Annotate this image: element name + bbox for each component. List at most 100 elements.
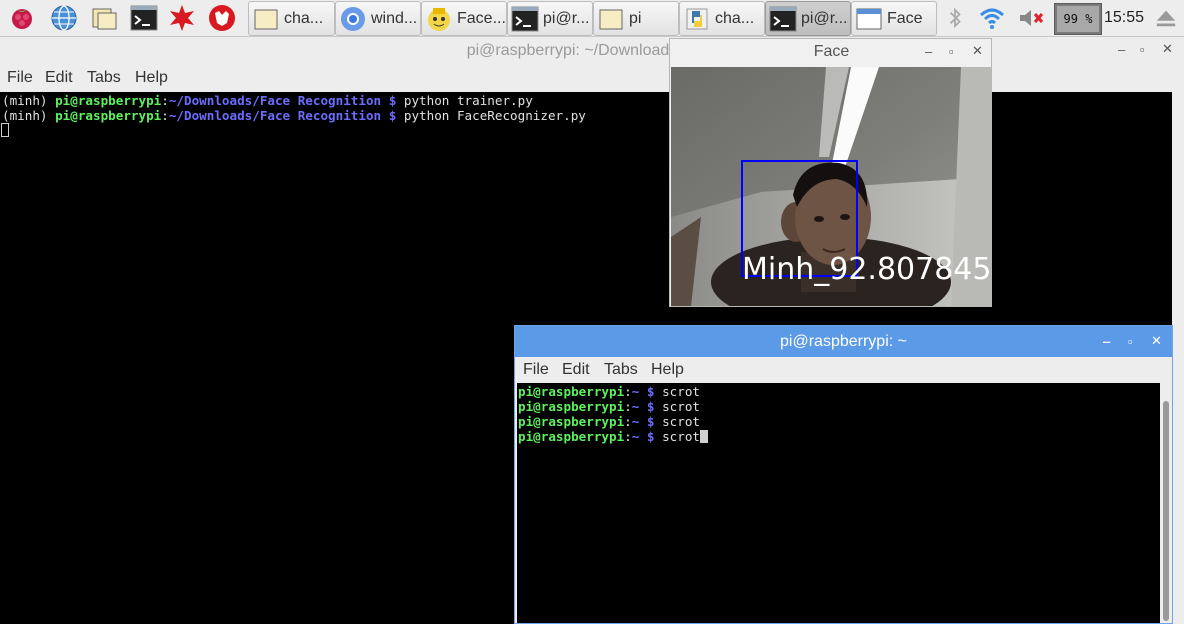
bg-terminal-titlebar[interactable]: pi@raspberrypi: ~/Downloads/Face ‒ ▫ ✕ bbox=[0, 37, 1184, 65]
command-text: scrot bbox=[662, 429, 701, 444]
terminal-icon bbox=[768, 4, 798, 34]
bg-terminal-title: pi@raspberrypi: ~/Downloads/Face bbox=[466, 42, 718, 59]
task-label: cha... bbox=[715, 9, 755, 27]
front-terminal-output[interactable]: pi@raspberrypi:~ $ scrot pi@raspberrypi:… bbox=[517, 383, 1160, 623]
prompt-user: pi@raspberrypi bbox=[518, 399, 625, 414]
camera-feed: Minh_92.807845 bbox=[671, 67, 991, 306]
prompt-symbol: $ bbox=[639, 384, 663, 399]
prompt-user: pi@raspberrypi bbox=[518, 429, 625, 444]
prompt-symbol: $ bbox=[639, 414, 663, 429]
command-text: python trainer.py bbox=[403, 93, 533, 108]
face-window[interactable]: Face ‒ ▫ ✕ Minh_92.807845 bbox=[669, 38, 992, 307]
python-icon bbox=[682, 4, 712, 34]
terminal-line: pi@raspberrypi:~ $ scrot bbox=[518, 429, 709, 444]
terminal-launcher-icon[interactable] bbox=[128, 2, 160, 34]
maximize-icon[interactable]: ▫ bbox=[1128, 334, 1133, 349]
prompt-colon: : bbox=[161, 108, 169, 123]
prompt-user: pi@raspberrypi bbox=[518, 414, 625, 429]
prompt-colon: : bbox=[624, 414, 632, 429]
bluetooth-icon[interactable] bbox=[942, 2, 968, 34]
task-terminal-2[interactable]: pi@r... bbox=[765, 1, 851, 36]
menu-file[interactable]: File bbox=[523, 361, 549, 379]
menu-tabs[interactable]: Tabs bbox=[604, 361, 638, 379]
task-label: pi@r... bbox=[543, 9, 590, 27]
front-terminal-window[interactable]: pi@raspberrypi: ~ ‒ ▫ ✕ File Edit Tabs H… bbox=[514, 325, 1173, 624]
chromium-icon bbox=[338, 4, 368, 34]
task-geany[interactable]: Face... bbox=[421, 1, 507, 36]
wolfram-icon[interactable] bbox=[206, 2, 238, 34]
prompt-path: ~/Downloads/Face Recognition bbox=[168, 93, 382, 108]
bg-terminal-scrollbar[interactable] bbox=[1172, 92, 1184, 624]
scrollbar-thumb[interactable] bbox=[1163, 401, 1169, 621]
prompt-symbol: $ bbox=[381, 93, 404, 108]
task-chromium[interactable]: wind... bbox=[335, 1, 421, 36]
maximize-icon[interactable]: ▫ bbox=[949, 44, 954, 59]
bg-terminal-menubar: File Edit Tabs Help bbox=[0, 65, 1184, 92]
task-face-window[interactable]: Face bbox=[851, 1, 937, 36]
command-text: scrot bbox=[662, 414, 701, 429]
close-icon[interactable]: ✕ bbox=[972, 43, 983, 59]
taskbar: cha... wind... Face... pi@r... pi cha...… bbox=[0, 0, 1184, 37]
eject-icon[interactable] bbox=[1152, 2, 1180, 34]
command-text: scrot bbox=[662, 399, 701, 414]
terminal-cursor bbox=[700, 430, 709, 443]
camera-frame: Minh_92.807845 bbox=[671, 67, 991, 306]
mathematica-icon[interactable] bbox=[166, 2, 198, 34]
terminal-line: (minh) pi@raspberrypi:~/Downloads/Face R… bbox=[2, 108, 586, 123]
menu-file[interactable]: File bbox=[7, 69, 33, 87]
prompt-user: pi@raspberrypi bbox=[55, 93, 162, 108]
task-label: wind... bbox=[371, 9, 418, 27]
terminal-line: (minh) pi@raspberrypi:~/Downloads/Face R… bbox=[2, 93, 533, 108]
front-terminal-scrollbar[interactable] bbox=[1160, 383, 1172, 623]
task-label: cha... bbox=[284, 9, 324, 27]
web-browser-icon[interactable] bbox=[48, 2, 80, 34]
prompt-colon: : bbox=[624, 384, 632, 399]
maximize-icon[interactable]: ▫ bbox=[1140, 42, 1145, 57]
prompt-colon: : bbox=[161, 93, 169, 108]
task-label: pi@r... bbox=[801, 9, 848, 27]
env-name: (minh) bbox=[2, 108, 56, 123]
minimize-icon[interactable]: ‒ bbox=[1118, 42, 1125, 57]
front-terminal-title: pi@raspberrypi: ~ bbox=[780, 333, 907, 350]
prompt-colon: : bbox=[624, 429, 632, 444]
front-terminal-titlebar[interactable]: pi@raspberrypi: ~ ‒ ▫ ✕ bbox=[515, 326, 1172, 357]
command-text: python FaceRecognizer.py bbox=[403, 108, 586, 123]
front-terminal-menubar: File Edit Tabs Help bbox=[515, 357, 1172, 383]
minimize-icon[interactable]: ‒ bbox=[925, 44, 932, 59]
prompt-user: pi@raspberrypi bbox=[518, 384, 625, 399]
minimize-icon[interactable]: ‒ bbox=[1103, 334, 1110, 349]
window-icon bbox=[854, 4, 884, 34]
raspberry-menu-icon[interactable] bbox=[6, 2, 38, 34]
prompt-path: ~/Downloads/Face Recognition bbox=[168, 108, 382, 123]
menu-edit[interactable]: Edit bbox=[562, 361, 590, 379]
prompt-colon: : bbox=[624, 399, 632, 414]
env-name: (minh) bbox=[2, 93, 56, 108]
task-terminal-1[interactable]: pi@r... bbox=[507, 1, 593, 36]
battery-indicator[interactable]: 99 % bbox=[1054, 3, 1102, 35]
geany-icon bbox=[424, 4, 454, 34]
close-icon[interactable]: ✕ bbox=[1151, 333, 1162, 349]
clock[interactable]: 15:55 bbox=[1104, 9, 1144, 27]
terminal-icon bbox=[510, 4, 540, 34]
prompt-symbol: $ bbox=[381, 108, 404, 123]
folder-icon bbox=[251, 4, 281, 34]
command-text: scrot bbox=[662, 384, 701, 399]
menu-help[interactable]: Help bbox=[135, 69, 168, 87]
task-folder-pi[interactable]: pi bbox=[593, 1, 679, 36]
close-icon[interactable]: ✕ bbox=[1162, 41, 1173, 57]
wifi-icon[interactable] bbox=[976, 2, 1008, 34]
task-python[interactable]: cha... bbox=[679, 1, 765, 36]
battery-text: 99 % bbox=[1063, 12, 1093, 26]
menu-tabs[interactable]: Tabs bbox=[87, 69, 121, 87]
task-label: Face... bbox=[457, 9, 506, 27]
menu-edit[interactable]: Edit bbox=[45, 69, 73, 87]
prompt-symbol: $ bbox=[639, 399, 663, 414]
volume-muted-icon[interactable] bbox=[1014, 2, 1048, 34]
file-manager-icon[interactable] bbox=[88, 2, 120, 34]
terminal-cursor bbox=[1, 123, 9, 137]
task-label: pi bbox=[629, 9, 642, 27]
menu-help[interactable]: Help bbox=[651, 361, 684, 379]
task-folder-cha[interactable]: cha... bbox=[248, 1, 335, 36]
face-label-overlay: Minh_92.807845 bbox=[742, 252, 991, 287]
folder-icon bbox=[596, 4, 626, 34]
